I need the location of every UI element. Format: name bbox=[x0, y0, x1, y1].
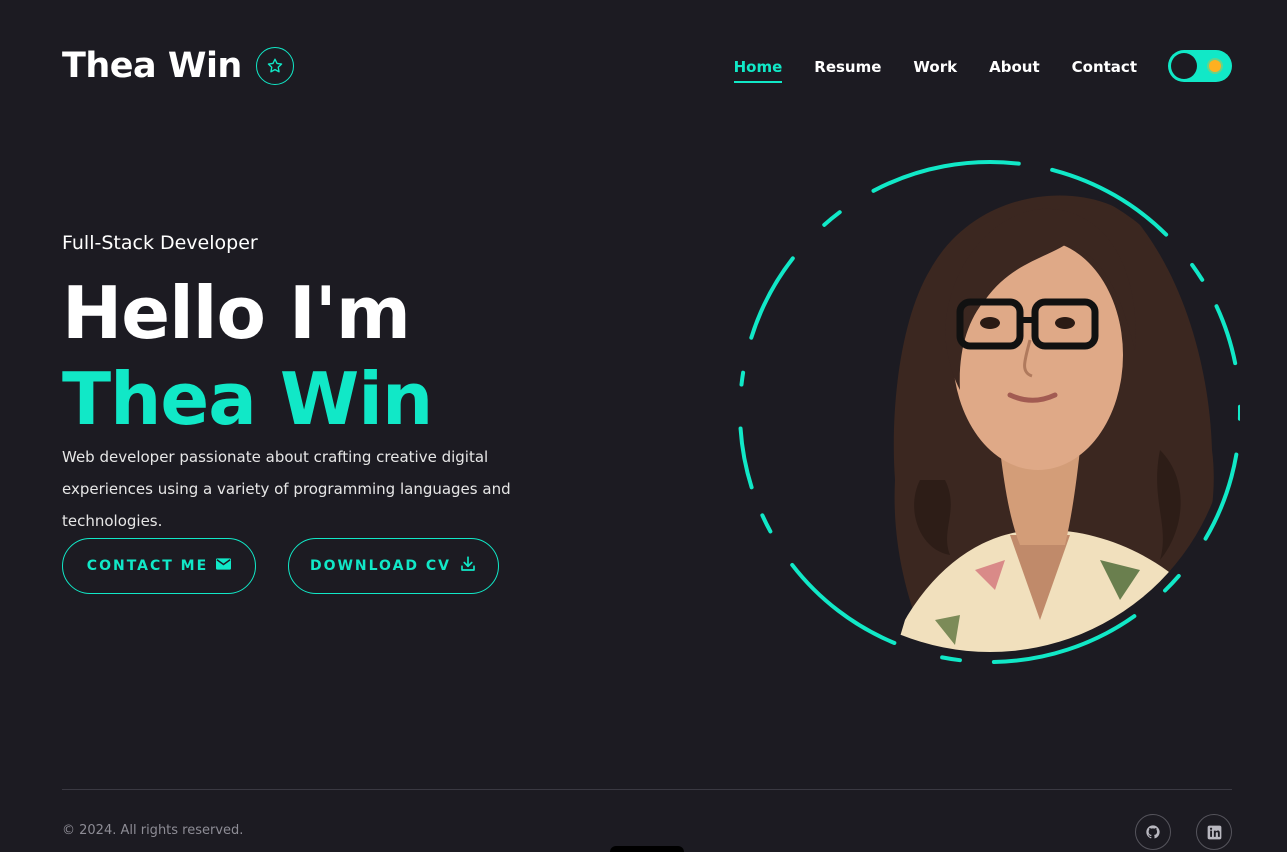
hero-name: Thea Win bbox=[62, 357, 433, 441]
main-nav: Home Resume Work About Contact bbox=[733, 50, 1232, 83]
nav-item-about[interactable]: About bbox=[989, 52, 1040, 81]
hero-description: Web developer passionate about crafting … bbox=[62, 448, 511, 530]
footer-divider bbox=[62, 789, 1232, 790]
page: Thea Win Home Resume Work About Contact … bbox=[0, 0, 1287, 852]
hero-subtitle: Full-Stack Developer bbox=[62, 232, 258, 254]
scroll-indicator bbox=[610, 846, 684, 852]
download-cv-label: DOWNLOAD CV bbox=[309, 558, 452, 574]
linkedin-icon[interactable] bbox=[1196, 814, 1232, 850]
contact-me-label: CONTACT ME bbox=[86, 558, 209, 574]
nav-item-contact[interactable]: Contact bbox=[1072, 52, 1137, 81]
envelope-icon bbox=[216, 558, 232, 574]
portrait-illustration bbox=[890, 195, 1220, 652]
toggle-knob bbox=[1171, 53, 1197, 79]
theme-toggle[interactable] bbox=[1168, 50, 1232, 82]
brand-name[interactable]: Thea Win bbox=[62, 46, 242, 86]
sun-icon bbox=[1209, 60, 1221, 72]
nav-item-work[interactable]: Work bbox=[913, 52, 957, 81]
hero-greeting: Hello I'm bbox=[62, 271, 411, 355]
github-icon[interactable] bbox=[1135, 814, 1171, 850]
nav-item-resume[interactable]: Resume bbox=[814, 52, 881, 81]
contact-me-button[interactable]: CONTACT ME bbox=[62, 538, 256, 594]
nav-item-home[interactable]: Home bbox=[733, 52, 782, 83]
copyright-text: © 2024. All rights reserved. bbox=[62, 823, 244, 838]
download-cv-button[interactable]: DOWNLOAD CV bbox=[288, 538, 499, 594]
download-icon bbox=[459, 555, 477, 577]
star-icon[interactable] bbox=[255, 47, 294, 85]
profile-portrait bbox=[720, 150, 1242, 670]
brand[interactable]: Thea Win bbox=[62, 46, 294, 86]
